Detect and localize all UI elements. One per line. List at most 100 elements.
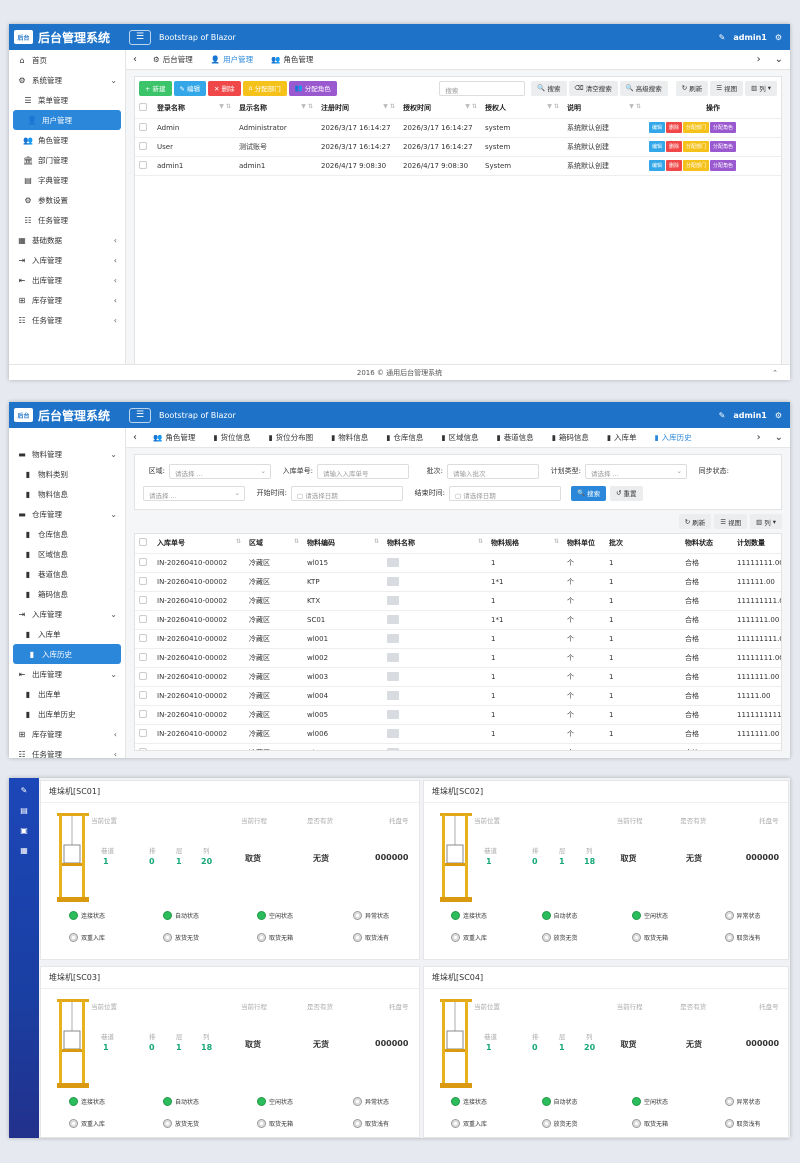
refresh-button[interactable]: ↻ 刷新	[675, 80, 709, 96]
row-delete-button[interactable]: 删除	[666, 122, 683, 133]
table-row[interactable]: IN-20260410-00002 冷藏区 wl005 1 个 1 合格 1111111111	[135, 705, 781, 725]
advanced-search-button[interactable]: 🔍 高级搜索	[619, 80, 668, 96]
view-button[interactable]: ☰ 视图	[710, 80, 744, 96]
sidebar-item[interactable]: ▮ 箱码信息	[9, 584, 125, 604]
row-checkbox-cell[interactable]	[135, 724, 153, 744]
scroll-top-icon[interactable]: ⌃	[772, 365, 778, 380]
edit-icon[interactable]: ✎	[17, 786, 31, 798]
table-row[interactable]: IN-20260410-00002冷藏区wl0071个1合格111111.00	[135, 743, 781, 750]
sidebar-item[interactable]: ▮ 巷道信息	[9, 564, 125, 584]
tab-item[interactable]: 👥 角色管理	[144, 428, 204, 448]
tab-item[interactable]: ▮ 区域信息	[432, 428, 487, 448]
sidebar-item[interactable]: ▮ 仓库信息	[9, 524, 125, 544]
column-header[interactable]: 说明 ▼ ⇅	[563, 99, 645, 119]
sidebar-item[interactable]: ⊞ 库存管理 ‹	[9, 724, 125, 744]
end-time-input[interactable]: ▢ 请选择日期	[449, 485, 561, 501]
menu-toggle-button[interactable]: ☰	[129, 407, 151, 423]
column-header[interactable]: 批次	[605, 534, 681, 554]
table-row[interactable]: admin1 admin1 2026/4/17 9:08:30 2026/4/17 9…	[135, 156, 781, 176]
row-checkbox-cell[interactable]	[135, 667, 153, 687]
sidebar-item[interactable]: ⇤ 出库管理 ⌄	[9, 664, 125, 684]
logo[interactable]: 后台 后台管理系统	[9, 402, 126, 428]
sidebar-item[interactable]: ⇥ 入库管理 ⌄	[9, 604, 125, 624]
column-header[interactable]: 物料状态	[681, 534, 733, 554]
select-all-checkbox[interactable]	[135, 534, 153, 554]
checkbox[interactable]	[139, 652, 147, 661]
row-edit-button[interactable]: 编辑	[649, 141, 666, 152]
tab-item[interactable]: 👤 用户管理	[202, 50, 262, 70]
columns-button[interactable]: ▥ 列 ▾	[745, 80, 777, 96]
sidebar-item[interactable]: ⊞ 库存管理 ‹	[9, 290, 125, 310]
sync-status-select[interactable]: 请选择 ... ⌄	[143, 485, 245, 501]
filter-icon[interactable]: ▼ ⇅	[465, 103, 477, 110]
column-header[interactable]: 显示名称 ▼ ⇅	[235, 99, 317, 119]
row-assign-dept-button[interactable]: 分配部门	[683, 160, 710, 171]
tab-prev-icon[interactable]: ‹	[126, 432, 144, 443]
view-button[interactable]: ☰ 视图	[714, 514, 748, 529]
row-edit-button[interactable]: 编辑	[649, 160, 666, 171]
row-checkbox-cell[interactable]	[135, 572, 153, 592]
tab-next-icon[interactable]: ›	[750, 54, 768, 65]
sidebar-item[interactable]: ▮ 区域信息	[9, 544, 125, 564]
sort-icon[interactable]: ⇅	[236, 538, 241, 545]
checkbox[interactable]	[139, 595, 147, 604]
sidebar-item[interactable]: ▮ 出库单历史	[9, 704, 125, 724]
tab-item[interactable]: ▮ 巷道信息	[488, 428, 543, 448]
refresh-button[interactable]: ↻ 刷新	[678, 514, 712, 529]
table-row[interactable]: IN-20260410-00002 冷藏区 wl004 1 个 1 合格 11111.00	[135, 686, 781, 706]
row-checkbox-cell[interactable]	[135, 156, 153, 176]
row-checkbox-cell[interactable]	[135, 118, 153, 138]
tab-item[interactable]: ▮ 货位信息	[204, 428, 259, 448]
checkbox[interactable]	[139, 103, 147, 112]
table-row[interactable]: IN-20260410-00002 冷藏区 wl006 1 个 1 合格 1111111.00	[135, 724, 781, 744]
checkbox[interactable]	[139, 633, 147, 642]
row-checkbox-cell[interactable]	[135, 137, 153, 157]
sidebar-item[interactable]: 👤 用户管理	[13, 110, 121, 130]
filter-icon[interactable]: ▼ ⇅	[219, 103, 231, 110]
sidebar-item[interactable]: ▮ 物料信息	[9, 484, 125, 504]
checkbox[interactable]	[139, 709, 147, 718]
column-header[interactable]: 物料规格 ⇅	[487, 534, 563, 554]
tab-item[interactable]: ▮ 入库历史	[645, 428, 700, 448]
tab-item[interactable]: ▮ 物料信息	[322, 428, 377, 448]
tab-item[interactable]: 👥 角色管理	[262, 50, 322, 70]
order-input[interactable]: 请输入入库单号	[317, 463, 409, 479]
settings-icon[interactable]: ⚙	[775, 411, 782, 420]
search-button[interactable]: 🔍 搜索	[531, 80, 567, 96]
sidebar-item[interactable]: ▮ 物料类别	[9, 464, 125, 484]
sidebar-item[interactable]: ▬ 仓库管理 ⌄	[9, 504, 125, 524]
tab-next-icon[interactable]: ›	[750, 432, 768, 443]
checkbox[interactable]	[139, 671, 147, 680]
sidebar-item[interactable]: ☰ 菜单管理	[9, 90, 125, 110]
sort-icon[interactable]: ⇅	[554, 538, 559, 545]
row-assign-role-button[interactable]: 分配角色	[710, 160, 737, 171]
list-icon[interactable]: ▤	[17, 806, 31, 818]
sidebar-item[interactable]: ⚙ 系统管理 ⌄	[9, 70, 125, 90]
sidebar-item[interactable]: ▤ 字典管理	[9, 170, 125, 190]
row-checkbox-cell[interactable]	[135, 648, 153, 668]
tab-item[interactable]: ⚙ 后台管理	[144, 50, 202, 70]
add-button[interactable]: + 新建	[139, 80, 172, 96]
column-header[interactable]: 入库单号 ⇅	[153, 534, 245, 554]
checkbox[interactable]	[139, 728, 147, 737]
row-delete-button[interactable]: 删除	[666, 160, 683, 171]
column-header[interactable]: 授权时间 ▼ ⇅	[399, 99, 481, 119]
avatar-icon[interactable]: ✎	[719, 33, 726, 42]
sidebar-item[interactable]: ☷ 任务管理 ‹	[9, 310, 125, 330]
assign-role-button[interactable]: 👥 分配角色	[288, 80, 337, 96]
clipboard-icon[interactable]: ▣	[17, 826, 31, 838]
row-checkbox-cell[interactable]	[135, 743, 153, 750]
column-header[interactable]: 物料编码 ⇅	[303, 534, 383, 554]
monitor-icon[interactable]: ▦	[17, 846, 31, 858]
avatar-icon[interactable]: ✎	[719, 411, 726, 420]
tab-dropdown-icon[interactable]: ⌄	[768, 432, 790, 443]
sidebar-item[interactable]: ▬ 物料管理 ⌄	[9, 444, 125, 464]
tab-item[interactable]: ▮ 仓库信息	[377, 428, 432, 448]
start-time-input[interactable]: ▢ 请选择日期	[291, 485, 403, 501]
sidebar-item[interactable]: ▮ 入库历史	[13, 644, 121, 664]
checkbox[interactable]	[139, 538, 147, 547]
tab-item[interactable]: ▮ 箱码信息	[543, 428, 598, 448]
clear-search-button[interactable]: ⌫ 清空搜索	[568, 80, 618, 96]
sidebar-item[interactable]: 👥 角色管理	[9, 130, 125, 150]
column-header[interactable]: 注册时间 ▼ ⇅	[317, 99, 399, 119]
